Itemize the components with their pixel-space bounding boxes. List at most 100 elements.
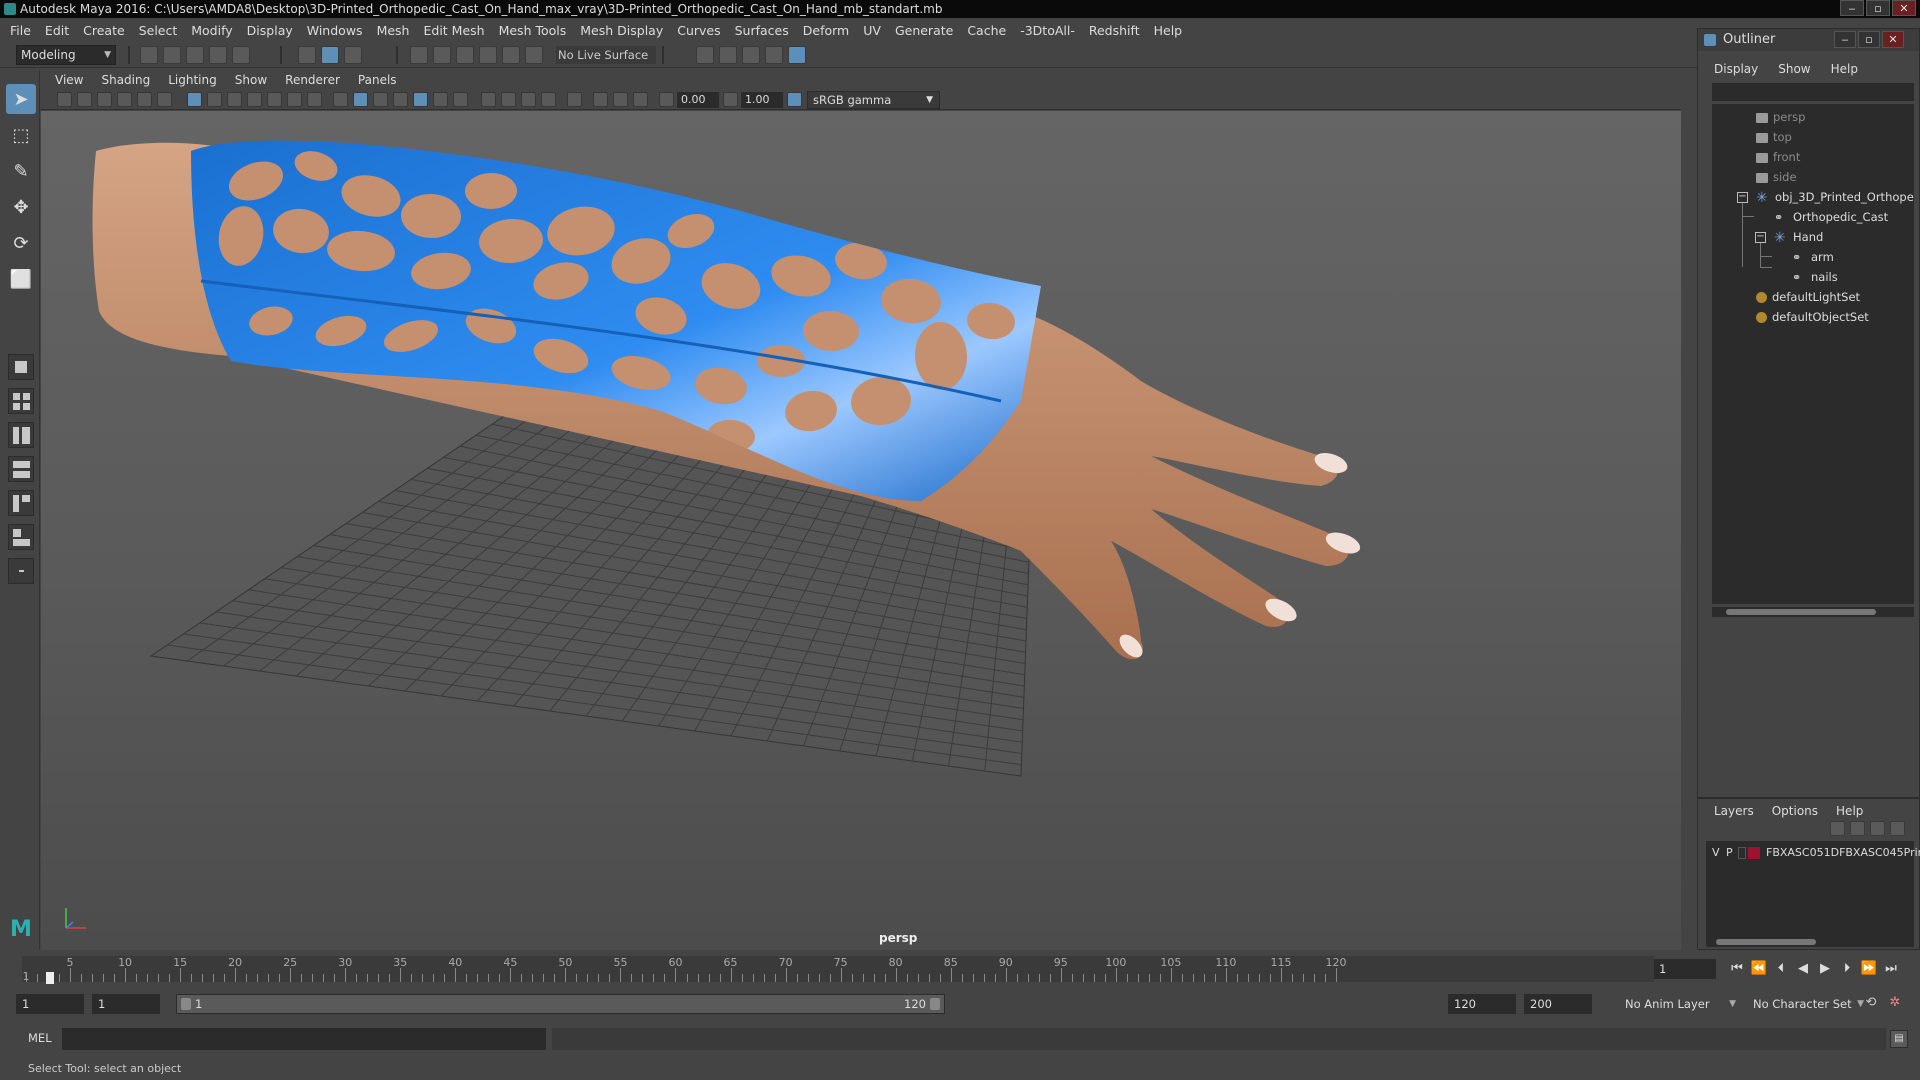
motion-blur-icon[interactable] — [501, 92, 516, 107]
outliner-item-arm[interactable]: ⚭ arm — [1792, 248, 1834, 266]
four-view-layout-icon[interactable] — [8, 388, 34, 414]
outliner-item-hand-group[interactable]: ✳ Hand — [1774, 228, 1823, 246]
layer-reference-toggle[interactable] — [1738, 847, 1746, 859]
film-gate-icon[interactable] — [207, 92, 222, 107]
menu-mesh[interactable]: Mesh — [377, 23, 410, 38]
menu-deform[interactable]: Deform — [803, 23, 849, 38]
resolution-gate-icon[interactable] — [227, 92, 242, 107]
step-back-frame-icon[interactable]: ⏪ — [1750, 960, 1768, 978]
time-slider-track[interactable]: 5 10 15 20 25 30 35 40 45 50 55 60 65 70 75 80 85 90 95 100… — [22, 956, 1654, 984]
outliner-menu-show[interactable]: Show — [1778, 62, 1810, 76]
xray-active-components-icon[interactable] — [613, 92, 628, 107]
menu-display[interactable]: Display — [247, 23, 293, 38]
go-to-end-icon[interactable]: ⏭ — [1882, 960, 1900, 978]
go-to-start-icon[interactable]: ⏮ — [1728, 960, 1746, 978]
select-camera-icon[interactable] — [57, 92, 72, 107]
menu-redshift[interactable]: Redshift — [1089, 23, 1140, 38]
render-settings-icon[interactable] — [696, 46, 714, 64]
layer-name[interactable]: FBXASC051DFBXASC045Print — [1766, 844, 1920, 862]
maximize-button[interactable]: ▫ — [1866, 0, 1890, 16]
new-scene-icon[interactable] — [140, 46, 158, 64]
render-current-frame-icon[interactable] — [719, 46, 737, 64]
range-end-handle[interactable] — [930, 998, 940, 1010]
animation-end-field[interactable]: 200 — [1524, 994, 1592, 1014]
grease-pencil-icon[interactable] — [157, 92, 172, 107]
scrollbar-thumb[interactable] — [1726, 609, 1876, 615]
animation-preferences-icon[interactable]: ✲ — [1886, 994, 1904, 1012]
move-tool-icon[interactable]: ✥ — [6, 192, 36, 222]
panel-menu-show[interactable]: Show — [235, 73, 267, 87]
menu-windows[interactable]: Windows — [307, 23, 363, 38]
collapse-icon[interactable]: − — [1755, 232, 1766, 243]
layer-playback-toggle[interactable]: P — [1726, 844, 1733, 862]
outliner-item-persp[interactable]: persp — [1756, 108, 1805, 126]
ipr-render-icon[interactable] — [742, 46, 760, 64]
play-backwards-icon[interactable]: ◀ — [1794, 960, 1812, 978]
move-layer-up-icon[interactable] — [1830, 821, 1845, 836]
textured-icon[interactable] — [413, 92, 428, 107]
exposure-icon[interactable] — [659, 92, 674, 107]
menu-cache[interactable]: Cache — [967, 23, 1006, 38]
xray-icon[interactable] — [593, 92, 608, 107]
snap-to-curve-icon[interactable] — [433, 46, 451, 64]
layer-row[interactable]: V P FBXASC051DFBXASC045Print — [1706, 844, 1920, 862]
outliner-item-front[interactable]: front — [1756, 148, 1800, 166]
outliner-menu-display[interactable]: Display — [1714, 62, 1758, 76]
anim-layer-dropdown[interactable]: No Anim Layer ▼ — [1620, 994, 1740, 1014]
use-default-material-icon[interactable] — [373, 92, 388, 107]
depth-of-field-icon[interactable] — [541, 92, 556, 107]
step-forward-key-icon[interactable]: ⏵ — [1838, 960, 1856, 978]
outliner-item-default-light-set[interactable]: defaultLightSet — [1756, 288, 1860, 306]
animation-start-field[interactable]: 1 — [16, 994, 84, 1014]
outliner-maximize-button[interactable]: ▫ — [1858, 31, 1880, 48]
snap-to-grid-icon[interactable] — [410, 46, 428, 64]
menu-edit-mesh[interactable]: Edit Mesh — [423, 23, 484, 38]
menu-surfaces[interactable]: Surfaces — [735, 23, 789, 38]
redo-icon[interactable] — [232, 46, 250, 64]
select-by-component-icon[interactable] — [344, 46, 362, 64]
layer-menu-help[interactable]: Help — [1836, 804, 1863, 818]
exposure-field[interactable]: 0.00 — [677, 92, 719, 108]
layer-color-swatch[interactable] — [1748, 847, 1760, 859]
step-forward-frame-icon[interactable]: ⏩ — [1860, 960, 1878, 978]
menu-modify[interactable]: Modify — [191, 23, 232, 38]
layer-menu-layers[interactable]: Layers — [1714, 804, 1754, 818]
snap-to-point-icon[interactable] — [456, 46, 474, 64]
range-slider[interactable]: 1 120 — [176, 994, 945, 1014]
layer-visibility-toggle[interactable]: V — [1712, 844, 1720, 862]
outliner-item-side[interactable]: side — [1756, 168, 1797, 186]
layer-menu-options[interactable]: Options — [1772, 804, 1818, 818]
2d-pan-zoom-icon[interactable] — [137, 92, 152, 107]
mel-command-input[interactable] — [62, 1028, 546, 1050]
current-frame-field[interactable]: 1 — [1654, 959, 1716, 979]
persp-uv-layout-icon[interactable] — [8, 524, 34, 550]
outliner-tree[interactable]: persp top front side − ✳ obj_3D_Printed_O… — [1712, 104, 1914, 604]
scrollbar-thumb[interactable] — [1716, 939, 1816, 945]
script-language-label[interactable]: MEL — [28, 1031, 52, 1045]
collapse-icon[interactable]: − — [1737, 192, 1748, 203]
screen-space-ao-icon[interactable] — [481, 92, 496, 107]
panel-menu-view[interactable]: View — [55, 73, 83, 87]
close-button[interactable]: ✕ — [1892, 0, 1916, 16]
menu-generate[interactable]: Generate — [895, 23, 953, 38]
menu-help[interactable]: Help — [1154, 23, 1183, 38]
new-layer-from-selected-icon[interactable] — [1890, 821, 1905, 836]
color-management-icon[interactable] — [787, 92, 802, 107]
playback-start-field[interactable]: 1 — [92, 994, 160, 1014]
perspective-viewport[interactable]: persp — [41, 111, 1681, 950]
move-layer-down-icon[interactable] — [1850, 821, 1865, 836]
xray-joints-icon[interactable] — [633, 92, 648, 107]
character-set-dropdown[interactable]: No Character Set ▼ — [1748, 994, 1868, 1014]
outliner-item-root-group[interactable]: ✳obj_3D_Printed_Orthopedic — [1756, 188, 1914, 206]
view-transform-dropdown[interactable]: sRGB gamma ▼ — [807, 91, 940, 109]
new-layer-icon[interactable] — [1870, 821, 1885, 836]
outliner-search-input[interactable] — [1712, 83, 1914, 101]
menu-curves[interactable]: Curves — [677, 23, 720, 38]
wireframe-on-shaded-icon[interactable] — [393, 92, 408, 107]
rotate-tool-icon[interactable]: ⟳ — [6, 228, 36, 258]
play-forwards-icon[interactable]: ▶ — [1816, 960, 1834, 978]
render-view-icon[interactable] — [765, 46, 783, 64]
undo-icon[interactable] — [209, 46, 227, 64]
gamma-icon[interactable] — [723, 92, 738, 107]
open-scene-icon[interactable] — [163, 46, 181, 64]
